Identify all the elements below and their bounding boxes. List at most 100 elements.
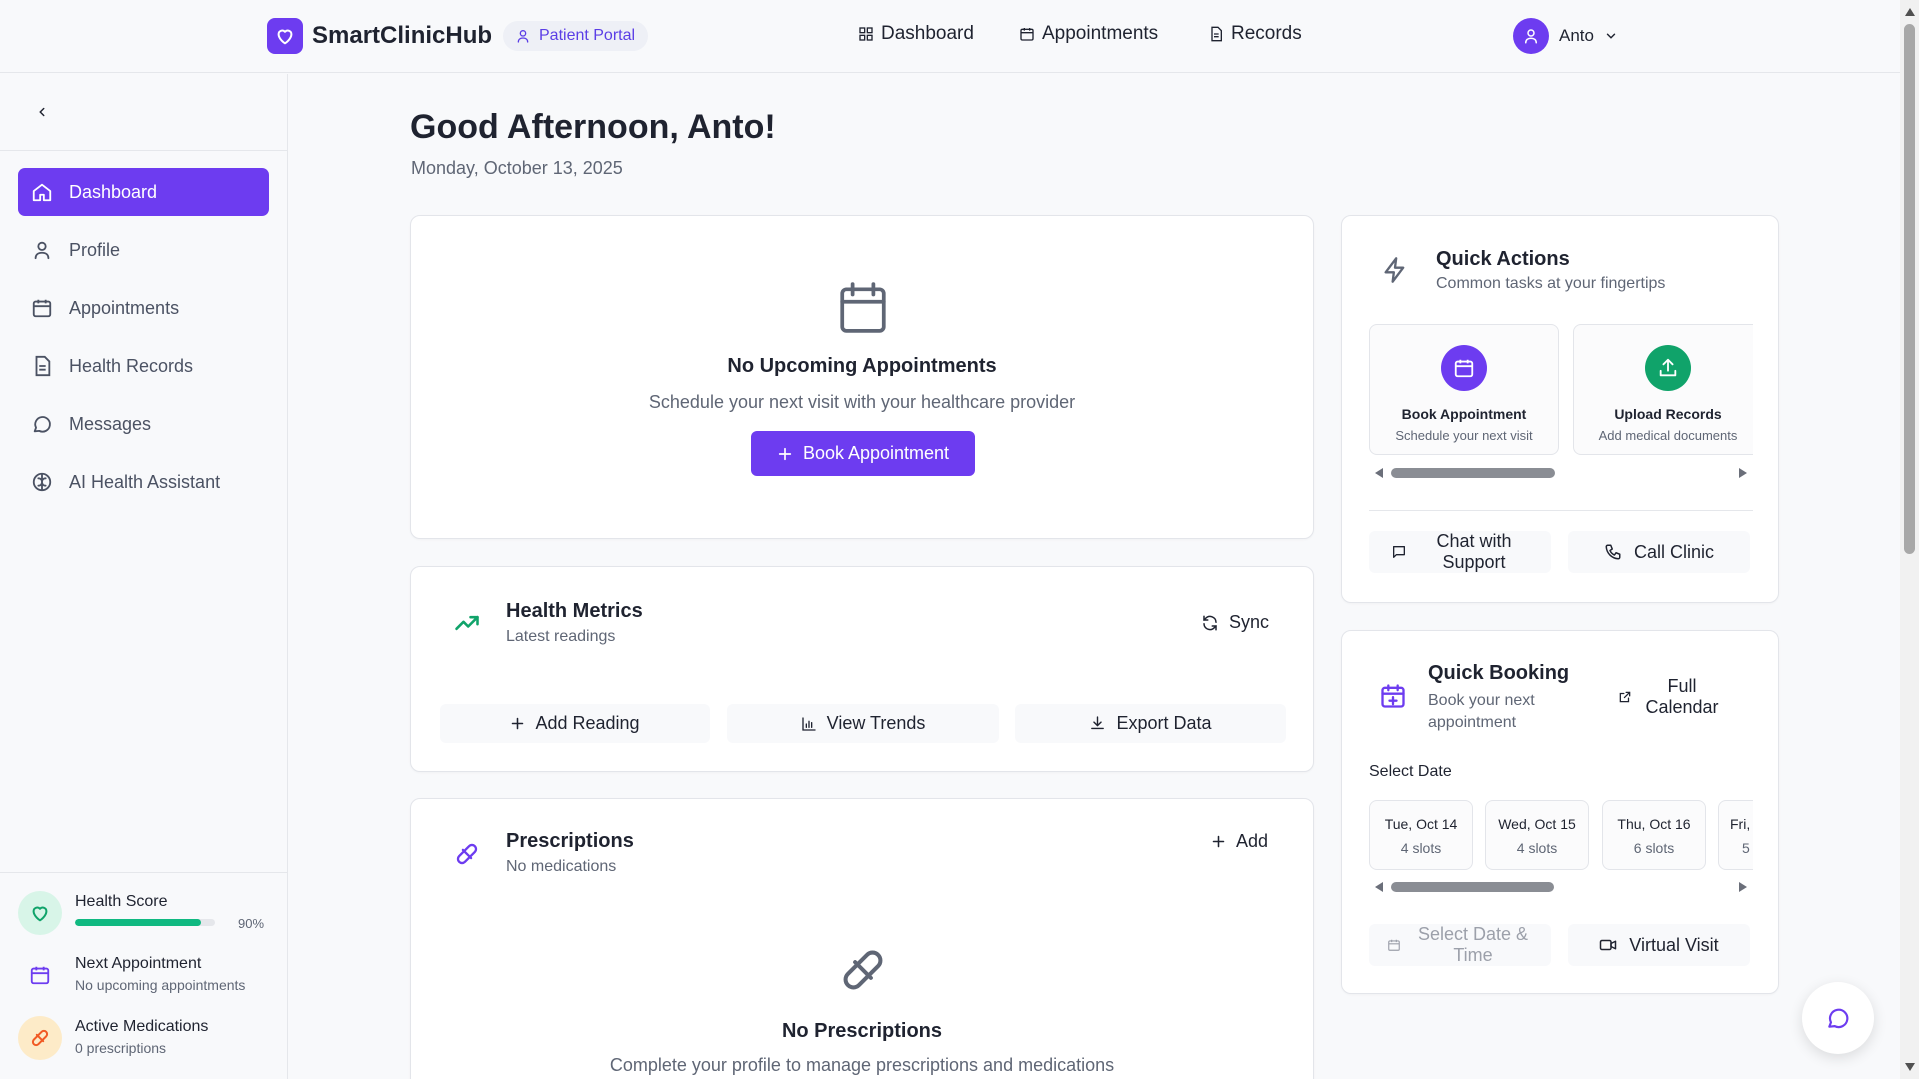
- quick-actions-carousel: Book Appointment Schedule your next visi…: [1369, 216, 1753, 456]
- prescriptions-title: Prescriptions: [506, 830, 634, 852]
- date-carousel: Tue, Oct 14 4 slots Wed, Oct 15 4 slots …: [1369, 631, 1753, 876]
- message-icon: [1825, 1005, 1851, 1031]
- date-chip-day: Wed, Oct 15: [1498, 816, 1576, 832]
- scroll-left-arrow[interactable]: [1375, 468, 1383, 478]
- book-appointment-button[interactable]: Book Appointment: [751, 431, 975, 476]
- sidebar-item-profile[interactable]: Profile: [18, 226, 269, 274]
- active-medications-sub: 0 prescriptions: [75, 1040, 167, 1056]
- export-data-button[interactable]: Export Data: [1015, 704, 1286, 743]
- next-appointment-sub: No upcoming appointments: [75, 977, 246, 993]
- call-clinic-button[interactable]: Call Clinic: [1568, 531, 1750, 573]
- user-menu[interactable]: Anto: [1513, 18, 1618, 54]
- scroll-up-arrow[interactable]: [1905, 8, 1915, 16]
- quick-actions-scrollbar[interactable]: [1369, 466, 1753, 480]
- download-icon: [1089, 715, 1106, 732]
- grid-icon: [858, 26, 874, 42]
- current-date: Monday, October 13, 2025: [411, 158, 623, 178]
- user-icon: [31, 239, 53, 261]
- upload-records-tile[interactable]: Upload Records Add medical documents: [1573, 324, 1753, 455]
- select-date-time-button[interactable]: Select Date & Time: [1369, 924, 1551, 966]
- date-chip[interactable]: Wed, Oct 15 4 slots: [1485, 800, 1589, 870]
- sidebar-item-label: Profile: [69, 239, 121, 260]
- add-reading-button[interactable]: Add Reading: [440, 704, 710, 743]
- scroll-left-arrow[interactable]: [1375, 882, 1383, 892]
- sidebar-item-messages[interactable]: Messages: [18, 400, 269, 448]
- sidebar-item-appointments[interactable]: Appointments: [18, 284, 269, 332]
- virtual-visit-label: Virtual Visit: [1629, 934, 1719, 955]
- sidebar-item-label: AI Health Assistant: [69, 471, 221, 492]
- message-icon: [31, 413, 53, 435]
- upcoming-appointments-card: No Upcoming Appointments Schedule your n…: [410, 215, 1314, 539]
- date-chip-slots: 6 slots: [1633, 840, 1675, 856]
- avatar: [1513, 18, 1549, 54]
- add-reading-label: Add Reading: [535, 713, 640, 733]
- heart-logo-icon[interactable]: [267, 18, 303, 54]
- virtual-visit-button[interactable]: Virtual Visit: [1568, 924, 1750, 966]
- brand-name[interactable]: SmartClinicHub: [312, 22, 492, 50]
- next-appointment-stat: Next Appointment No upcoming appointment…: [18, 953, 245, 997]
- date-chip-slots: 5: [1742, 840, 1750, 856]
- tile-title: Upload Records: [1614, 406, 1722, 422]
- calendar-icon: [31, 297, 53, 319]
- health-score-stat: Health Score 90%: [18, 891, 264, 935]
- topnav-dashboard[interactable]: Dashboard: [858, 23, 974, 45]
- scroll-thumb[interactable]: [1904, 24, 1915, 554]
- date-chip[interactable]: Thu, Oct 16 6 slots: [1602, 800, 1706, 870]
- sidebar-item-dashboard[interactable]: Dashboard: [18, 168, 269, 216]
- sidebar-item-ai-health-assistant[interactable]: AI Health Assistant: [18, 458, 269, 506]
- health-metrics-title: Health Metrics: [506, 600, 643, 622]
- plus-icon: [510, 716, 525, 731]
- scroll-thumb[interactable]: [1391, 468, 1555, 478]
- calendar-icon: [838, 281, 888, 335]
- sidebar-item-label: Dashboard: [69, 181, 158, 202]
- brain-icon: [31, 471, 53, 493]
- scroll-down-arrow[interactable]: [1905, 1063, 1915, 1071]
- pill-icon: [836, 943, 890, 997]
- prescriptions-card: Prescriptions No medications Add No Pres…: [410, 798, 1314, 1079]
- date-chip[interactable]: Fri, 5: [1718, 800, 1753, 870]
- active-medications-stat: Active Medications 0 prescriptions: [18, 1016, 208, 1060]
- date-chip[interactable]: Tue, Oct 14 4 slots: [1369, 800, 1473, 870]
- chat-with-support-button[interactable]: Chat with Support: [1369, 531, 1551, 573]
- call-clinic-label: Call Clinic: [1633, 541, 1714, 562]
- scroll-right-arrow[interactable]: [1739, 882, 1747, 892]
- book-appointment-label: Book Appointment: [802, 443, 950, 463]
- plus-icon: [1211, 834, 1226, 849]
- tile-subtitle: Add medical documents: [1598, 428, 1738, 443]
- divider: [0, 150, 287, 151]
- scroll-thumb[interactable]: [1391, 882, 1554, 892]
- upload-icon: [1645, 345, 1691, 391]
- divider: [1369, 510, 1753, 511]
- topnav-appointments-label: Appointments: [1042, 23, 1159, 44]
- view-trends-label: View Trends: [826, 713, 926, 733]
- sidebar-item-label: Messages: [69, 413, 152, 434]
- date-scrollbar[interactable]: [1369, 880, 1753, 894]
- topnav-appointments[interactable]: Appointments: [1019, 23, 1158, 45]
- empty-prescriptions-subtitle: Complete your profile to manage prescrip…: [609, 1055, 1115, 1075]
- empty-prescriptions-title: No Prescriptions: [781, 1020, 943, 1042]
- health-metrics-subtitle: Latest readings: [506, 628, 616, 645]
- trending-up-icon: [453, 609, 481, 637]
- top-bar: SmartClinicHub Patient Portal Dashboard …: [0, 0, 1900, 73]
- collapse-sidebar-button[interactable]: [30, 100, 54, 124]
- pill-icon: [453, 840, 481, 868]
- book-appointment-tile[interactable]: Book Appointment Schedule your next visi…: [1369, 324, 1559, 455]
- next-appointment-label: Next Appointment: [75, 955, 202, 972]
- add-prescription-label: Add: [1236, 831, 1269, 851]
- add-prescription-button[interactable]: Add: [1211, 831, 1268, 852]
- sidebar-item-health-records[interactable]: Health Records: [18, 342, 269, 390]
- tile-subtitle: Schedule your next visit: [1395, 428, 1533, 443]
- sync-button[interactable]: Sync: [1201, 612, 1269, 633]
- pill-icon: [18, 1016, 62, 1060]
- bar-chart-icon: [801, 716, 817, 732]
- chevron-down-icon: [1604, 29, 1618, 43]
- chat-button[interactable]: [1802, 982, 1874, 1054]
- scroll-right-arrow[interactable]: [1739, 468, 1747, 478]
- view-trends-button[interactable]: View Trends: [727, 704, 999, 743]
- topnav-dashboard-label: Dashboard: [881, 23, 974, 44]
- page-scrollbar[interactable]: [1900, 0, 1919, 1079]
- topnav-records[interactable]: Records: [1208, 23, 1302, 45]
- calendar-icon: [1019, 26, 1035, 42]
- document-icon: [31, 355, 53, 377]
- home-icon: [31, 181, 53, 203]
